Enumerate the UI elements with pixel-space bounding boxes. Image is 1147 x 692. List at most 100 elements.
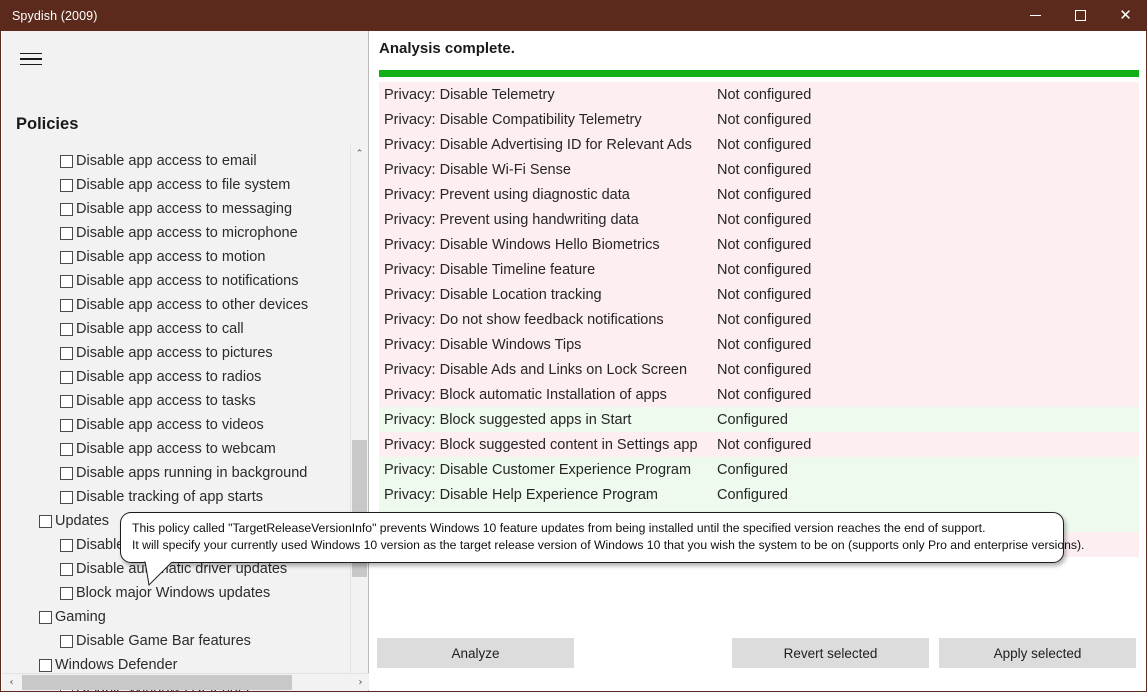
policy-checkbox[interactable] — [60, 442, 73, 456]
policy-checkbox[interactable] — [60, 394, 73, 408]
result-policy-name: Privacy: Disable Location tracking — [384, 286, 602, 303]
policy-tree-item[interactable]: Disable app access to messaging — [2, 197, 354, 221]
policy-tree-item-label: Disable apps running in background — [76, 464, 308, 481]
application-window: Spydish (2009) ✕ Policies Disable app ac… — [0, 0, 1147, 692]
result-status: Not configured — [717, 311, 812, 328]
hamburger-bar-3 — [20, 63, 42, 66]
policies-heading: Policies — [16, 115, 79, 133]
policy-tree-item-label: Gaming — [55, 608, 106, 625]
result-row[interactable]: Privacy: Block automatic Installation of… — [379, 382, 1139, 407]
apply-selected-button[interactable]: Apply selected — [939, 638, 1136, 668]
policy-tree-item[interactable]: Disable app access to notifications — [2, 269, 354, 293]
policy-tree-item[interactable]: Disable tracking of app starts — [2, 485, 354, 509]
policy-tree-item[interactable]: Disable app access to videos — [2, 413, 354, 437]
policy-checkbox[interactable] — [60, 226, 73, 240]
policy-checkbox[interactable] — [60, 298, 73, 312]
policy-tree-item[interactable]: Disable app access to email — [2, 149, 354, 173]
result-policy-name: Privacy: Prevent using diagnostic data — [384, 186, 630, 203]
policy-tree-item[interactable]: Disable app access to tasks — [2, 389, 354, 413]
revert-selected-button[interactable]: Revert selected — [732, 638, 929, 668]
result-row[interactable]: Privacy: Disable Ads and Links on Lock S… — [379, 357, 1139, 382]
policy-checkbox[interactable] — [60, 490, 73, 504]
maximize-button[interactable] — [1058, 0, 1103, 31]
result-row[interactable]: Privacy: Disable Advertising ID for Rele… — [379, 132, 1139, 157]
policy-tree-item-label: Disable app access to videos — [76, 416, 264, 433]
policy-tree-item[interactable]: Disable app access to pictures — [2, 341, 354, 365]
policy-checkbox[interactable] — [39, 658, 52, 672]
scroll-up-arrow-icon[interactable]: ⌃ — [351, 145, 368, 162]
action-button-bar: Analyze Revert selected Apply selected — [370, 627, 1146, 691]
policy-tree-item[interactable]: Disable app access to call — [2, 317, 354, 341]
policy-checkbox[interactable] — [60, 322, 73, 336]
result-row[interactable]: Privacy: Disable Windows Hello Biometric… — [379, 232, 1139, 257]
policy-tree-item[interactable]: Block major Windows updates — [2, 581, 354, 605]
policy-tree-item[interactable]: Gaming — [2, 605, 354, 629]
policy-checkbox[interactable] — [60, 154, 73, 168]
policy-checkbox[interactable] — [60, 466, 73, 480]
hamburger-bar-1 — [20, 52, 42, 55]
result-row[interactable]: Privacy: Disable Wi-Fi Sense Not configur… — [379, 157, 1139, 182]
analyze-button[interactable]: Analyze — [377, 638, 574, 668]
policy-tree-item[interactable]: Disable app access to motion — [2, 245, 354, 269]
policy-checkbox[interactable] — [60, 418, 73, 432]
analysis-status-text: Analysis complete. — [379, 40, 515, 57]
policy-tree-item-label: Disable app access to notifications — [76, 272, 299, 289]
policy-tree-item[interactable]: Disable apps running in background — [2, 461, 354, 485]
policy-checkbox[interactable] — [60, 202, 73, 216]
sidebar-horizontal-scroll-thumb[interactable] — [22, 675, 292, 690]
result-row[interactable]: Privacy: Disable Location tracking Not co… — [379, 282, 1139, 307]
policy-checkbox[interactable] — [60, 586, 73, 600]
policy-tree-item[interactable]: Disable app access to file system — [2, 173, 354, 197]
policy-checkbox[interactable] — [60, 250, 73, 264]
result-status: Configured — [717, 411, 788, 428]
close-button[interactable]: ✕ — [1103, 0, 1146, 31]
policy-checkbox[interactable] — [39, 610, 52, 624]
result-status: Configured — [717, 461, 788, 478]
result-status: Not configured — [717, 186, 812, 203]
tooltip-line-2: It will specify your currently used Wind… — [132, 538, 1085, 552]
policy-tree-item-label: Disable app access to messaging — [76, 200, 293, 217]
policy-tree-item-label: Disable app access to microphone — [76, 224, 298, 241]
result-row[interactable]: Privacy: Disable Compatibility Telemetry… — [379, 107, 1139, 132]
policy-checkbox[interactable] — [60, 370, 73, 384]
hamburger-menu-icon[interactable] — [16, 46, 46, 72]
result-status: Not configured — [717, 336, 812, 353]
window-controls: ✕ — [1013, 0, 1146, 31]
policy-tree-item-label: Disable app access to tasks — [76, 392, 256, 409]
policy-tree-item[interactable]: Disable Game Bar features — [2, 629, 354, 653]
policy-checkbox[interactable] — [60, 274, 73, 288]
sidebar-horizontal-scrollbar[interactable]: ‹ › — [3, 673, 369, 690]
result-row[interactable]: Privacy: Block suggested apps in Start Co… — [379, 407, 1139, 432]
result-row[interactable]: Privacy: Disable Help Experience Program… — [379, 482, 1139, 507]
policy-tree-item[interactable]: Disable app access to radios — [2, 365, 354, 389]
policy-checkbox[interactable] — [60, 562, 73, 576]
scroll-right-arrow-icon[interactable]: › — [352, 674, 369, 691]
policy-tree-item[interactable]: Disable app access to webcam — [2, 437, 354, 461]
policy-tree-item[interactable]: Disable app access to microphone — [2, 221, 354, 245]
result-status: Not configured — [717, 111, 812, 128]
result-row[interactable]: Privacy: Prevent using handwriting data N… — [379, 207, 1139, 232]
result-row[interactable]: Privacy: Disable Timeline feature Not con… — [379, 257, 1139, 282]
policy-checkbox[interactable] — [39, 514, 52, 528]
result-row[interactable]: Privacy: Prevent using diagnostic data No… — [379, 182, 1139, 207]
sidebar-vertical-scrollbar[interactable]: ⌃ ⌄ — [350, 145, 368, 691]
result-row[interactable]: Privacy: Disable Customer Experience Pro… — [379, 457, 1139, 482]
policy-tree-item-label: Disable Game Bar features — [76, 632, 251, 649]
policy-checkbox[interactable] — [60, 346, 73, 360]
tooltip-line-1: This policy called "TargetReleaseVersion… — [132, 521, 986, 535]
sidebar-panel: Policies Disable app access to email Disa… — [2, 31, 369, 691]
maximize-icon — [1075, 10, 1086, 21]
result-row[interactable]: Privacy: Block suggested content in Sett… — [379, 432, 1139, 457]
result-row[interactable]: Privacy: Do not show feedback notificati… — [379, 307, 1139, 332]
result-policy-name: Privacy: Disable Windows Tips — [384, 336, 582, 353]
policy-tooltip: This policy called "TargetReleaseVersion… — [120, 512, 1085, 587]
policy-tree-item[interactable]: Disable app access to other devices — [2, 293, 354, 317]
result-row[interactable]: Privacy: Disable Windows Tips Not configu… — [379, 332, 1139, 357]
result-policy-name: Privacy: Do not show feedback notificati… — [384, 311, 664, 328]
policy-checkbox[interactable] — [60, 178, 73, 192]
policy-checkbox[interactable] — [60, 634, 73, 648]
scroll-left-arrow-icon[interactable]: ‹ — [3, 674, 20, 691]
minimize-button[interactable] — [1013, 0, 1058, 31]
policy-checkbox[interactable] — [60, 538, 73, 552]
result-row[interactable]: Privacy: Disable Telemetry Not configured — [379, 82, 1139, 107]
